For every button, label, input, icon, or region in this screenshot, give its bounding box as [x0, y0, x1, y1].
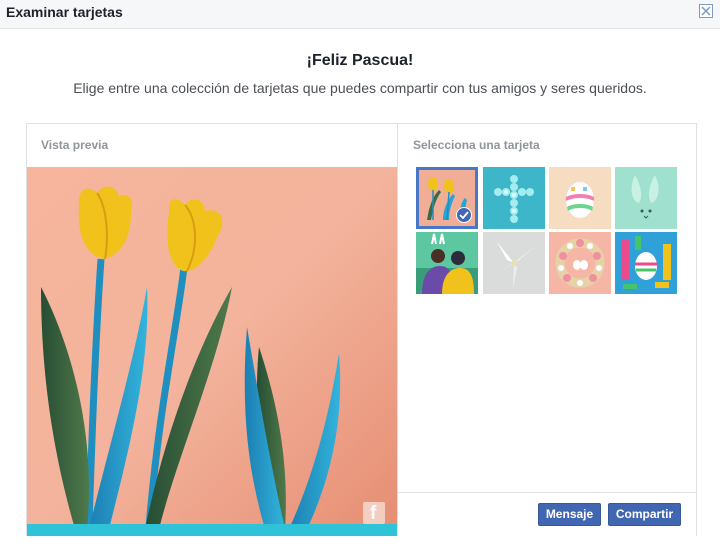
- dialog-titlebar: Examinar tarjetas: [0, 0, 720, 29]
- preview-label: Vista previa: [41, 138, 109, 152]
- card-thumb-family-hug[interactable]: [416, 232, 478, 294]
- select-card-label: Selecciona una tarjeta: [413, 138, 540, 152]
- panel-divider: [397, 124, 398, 535]
- facebook-watermark-icon: f: [363, 502, 385, 524]
- message-button[interactable]: Mensaje: [538, 503, 601, 526]
- card-thumb-flower-cross[interactable]: [483, 167, 545, 229]
- card-preview-image: f: [27, 167, 397, 536]
- card-thumb-white-lily[interactable]: [483, 232, 545, 294]
- close-button[interactable]: [699, 4, 713, 18]
- action-bar: Mensaje Compartir: [398, 492, 696, 536]
- tulips-illustration: [27, 167, 397, 536]
- card-thumb-flower-wreath[interactable]: [549, 232, 611, 294]
- greeting-heading: ¡Feliz Pascua!: [306, 52, 414, 69]
- preview-header: Vista previa: [27, 124, 397, 168]
- card-thumb-tulips[interactable]: [416, 167, 478, 229]
- share-button[interactable]: Compartir: [608, 503, 681, 526]
- card-thumb-colorful-eggs[interactable]: [615, 232, 677, 294]
- card-thumb-bunny-ears[interactable]: [615, 167, 677, 229]
- greeting-subtitle: Elige entre una colección de tarjetas qu…: [73, 80, 647, 96]
- close-icon: [701, 6, 711, 16]
- card-browser-panel: Vista previa Selecciona una tarjeta f Me…: [26, 123, 697, 536]
- selected-check-icon: [456, 207, 472, 223]
- dialog-title: Examinar tarjetas: [6, 4, 123, 20]
- card-thumb-easter-egg[interactable]: [549, 167, 611, 229]
